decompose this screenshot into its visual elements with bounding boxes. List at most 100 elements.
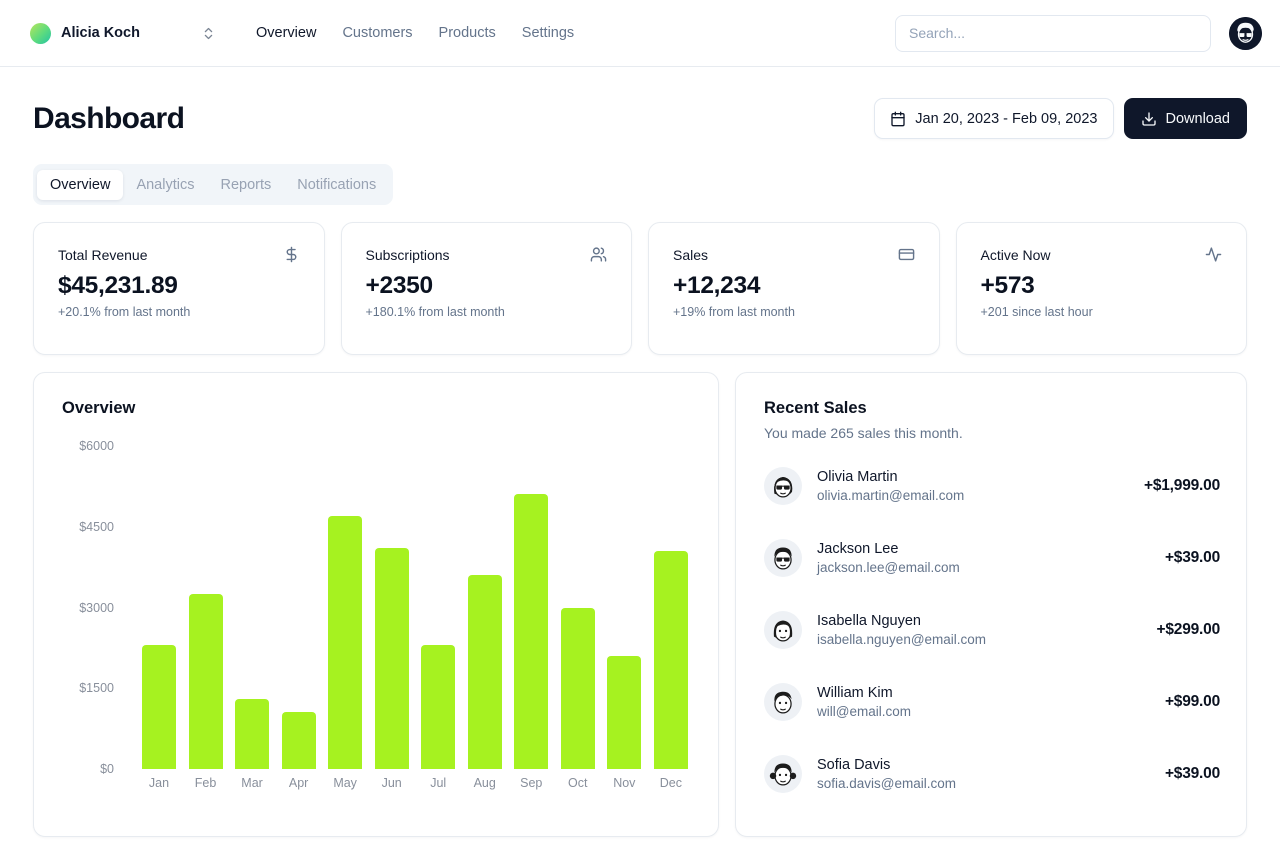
- nav-link-products[interactable]: Products: [439, 25, 496, 41]
- sale-amount: +$99.00: [1164, 693, 1220, 710]
- download-label: Download: [1165, 110, 1231, 127]
- bar-nov: [607, 655, 642, 769]
- x-axis-label: Jan: [148, 776, 170, 790]
- page-title: Dashboard: [33, 101, 185, 135]
- sale-item: Sofia Davis sofia.davis@email.com +$39.0…: [764, 755, 1220, 793]
- stat-label: Subscriptions: [365, 246, 450, 263]
- customer-name: Olivia Martin: [817, 469, 898, 485]
- bar-column-jul: Jul: [421, 446, 456, 790]
- x-axis-label: Nov: [613, 776, 636, 790]
- sale-item: Jackson Lee jackson.lee@email.com +$39.0…: [764, 539, 1220, 577]
- sale-item: Olivia Martin olivia.martin@email.com +$…: [764, 467, 1220, 505]
- x-axis-label: Sep: [520, 776, 543, 790]
- download-icon: [1141, 111, 1157, 127]
- bar-jul: [421, 645, 456, 769]
- bar-column-jan: Jan: [142, 446, 176, 790]
- x-axis-label: Mar: [241, 776, 263, 790]
- stats-row: Total Revenue $45,231.89 +20.1% from las…: [33, 222, 1247, 355]
- team-switcher[interactable]: Alicia Koch: [30, 22, 216, 44]
- team-name: Alicia Koch: [61, 25, 140, 41]
- bar-column-apr: Apr: [281, 446, 316, 790]
- bar-feb: [188, 594, 223, 769]
- bar-jan: [142, 645, 176, 769]
- chevrons-up-down-icon: [201, 26, 216, 41]
- stat-label: Sales: [673, 246, 709, 263]
- customer-email: sofia.davis@email.com: [817, 776, 957, 791]
- users-icon: [590, 246, 607, 263]
- customer-name: William Kim: [817, 685, 893, 701]
- tab-overview[interactable]: Overview: [37, 169, 124, 200]
- y-axis-tick: $1500: [79, 681, 114, 696]
- stat-change: +201 since last hour: [980, 305, 1093, 319]
- stat-card-subscriptions: Subscriptions +2350 +180.1% from last mo…: [340, 222, 632, 355]
- chart-title: Overview: [62, 399, 136, 417]
- tab-notifications[interactable]: Notifications: [284, 170, 389, 200]
- stat-value: +2350: [365, 272, 434, 299]
- bar-mar: [235, 699, 270, 769]
- top-navbar: Alicia Koch Overview Customers Products Set…: [0, 0, 1280, 67]
- bar-column-oct: Oct: [560, 446, 595, 790]
- y-axis-tick: $0: [100, 762, 114, 776]
- overview-chart-panel: Overview $6000 $4500 $3000 $1500 $0 Jan Feb Mar…: [33, 372, 719, 837]
- stat-value: +12,234: [673, 272, 761, 299]
- bar-dec: [653, 550, 688, 769]
- dashboard-page: Dashboard Jan 20, 2023 - Feb 09, 2023 Do…: [0, 67, 1280, 837]
- user-avatar[interactable]: [1229, 16, 1262, 50]
- bar-column-jun: Jun: [374, 446, 409, 790]
- nav-link-customers[interactable]: Customers: [342, 25, 412, 41]
- stat-value: +573: [980, 272, 1035, 299]
- x-axis-label: Aug: [473, 776, 496, 790]
- customer-email: jackson.lee@email.com: [817, 560, 960, 575]
- team-logo-icon: [30, 22, 51, 44]
- x-axis-label: Jun: [381, 776, 402, 790]
- bar-may: [328, 515, 363, 769]
- dollar-icon: [283, 246, 300, 263]
- x-axis-label: Dec: [659, 776, 682, 790]
- stat-change: +180.1% from last month: [365, 305, 505, 319]
- customer-email: will@email.com: [817, 704, 911, 719]
- x-axis-label: Apr: [288, 776, 309, 790]
- x-axis-label: May: [333, 776, 357, 790]
- stat-value: $45,231.89: [58, 272, 178, 299]
- main-nav: Overview Customers Products Settings: [256, 25, 574, 41]
- recent-sales-subtitle: You made 265 sales this month.: [764, 425, 963, 441]
- nav-link-overview[interactable]: Overview: [256, 25, 316, 41]
- chart-plot-area: Jan Feb Mar Apr May Jun Jul Aug Sep Oct Nov Dec: [142, 446, 688, 790]
- recent-sales-panel: Recent Sales You made 265 sales this mon…: [735, 372, 1247, 837]
- bar-sep: [514, 494, 549, 769]
- x-axis-label: Jul: [430, 776, 447, 790]
- stat-label: Total Revenue: [58, 246, 148, 263]
- bar-column-dec: Dec: [653, 446, 688, 790]
- stat-label: Active Now: [980, 246, 1051, 263]
- customer-avatar: [764, 467, 802, 505]
- customer-avatar: [764, 539, 802, 577]
- activity-icon: [1205, 246, 1222, 263]
- date-range-picker[interactable]: Jan 20, 2023 - Feb 09, 2023: [874, 98, 1114, 139]
- recent-sales-title: Recent Sales: [764, 399, 867, 417]
- tab-analytics[interactable]: Analytics: [123, 170, 207, 200]
- sale-amount: +$1,999.00: [1143, 477, 1220, 494]
- tab-reports[interactable]: Reports: [207, 170, 284, 200]
- credit-card-icon: [898, 246, 915, 263]
- bar-oct: [560, 607, 595, 769]
- sale-item: William Kim will@email.com +$99.00: [764, 683, 1220, 721]
- date-range-label: Jan 20, 2023 - Feb 09, 2023: [915, 110, 1098, 127]
- search-input[interactable]: [895, 14, 1211, 52]
- bar-column-sep: Sep: [514, 446, 549, 790]
- customer-avatar: [764, 755, 802, 793]
- stat-card-total-revenue: Total Revenue $45,231.89 +20.1% from las…: [33, 222, 325, 355]
- customer-name: Sofia Davis: [817, 757, 891, 773]
- stat-card-active-now: Active Now +573 +201 since last hour: [955, 222, 1247, 355]
- download-button[interactable]: Download: [1123, 98, 1247, 139]
- customer-name: Isabella Nguyen: [817, 613, 921, 629]
- y-axis-tick: $6000: [79, 439, 114, 453]
- dashboard-tabs: Overview Analytics Reports Notifications: [33, 164, 394, 205]
- bar-jun: [374, 548, 409, 769]
- sale-amount: +$39.00: [1164, 765, 1220, 782]
- calendar-icon: [890, 111, 906, 127]
- customer-email: olivia.martin@email.com: [817, 488, 965, 503]
- customer-avatar: [764, 683, 802, 721]
- nav-link-settings[interactable]: Settings: [522, 25, 574, 41]
- user-face-icon: [1229, 16, 1262, 50]
- recent-sales-list: Olivia Martin olivia.martin@email.com +$…: [764, 467, 1220, 793]
